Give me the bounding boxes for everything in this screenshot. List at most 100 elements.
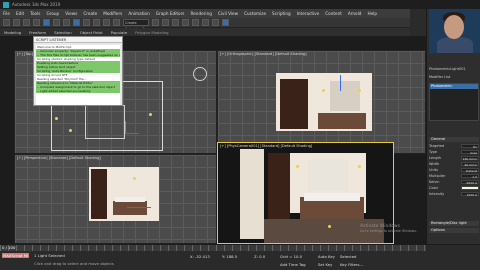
param-row[interactable]: Type Area <box>429 150 479 155</box>
ribbon-tab-selection[interactable]: Selection <box>50 30 76 35</box>
render-icon[interactable] <box>222 19 229 26</box>
add-time-tag[interactable]: Add Time Tag <box>280 262 305 267</box>
select-by-name-icon[interactable] <box>53 19 60 26</box>
window-title: Autodesk 3ds Max 2019 <box>12 2 61 7</box>
param-row[interactable]: Color <box>429 186 479 191</box>
menu-customize[interactable]: Customize <box>241 11 269 16</box>
light-marker[interactable] <box>328 225 331 228</box>
presenter-face <box>444 15 464 39</box>
auto-key-button[interactable]: Auto Key <box>318 254 335 259</box>
ribbon-tab-object-paint[interactable]: Object Paint <box>76 30 107 35</box>
light-marker[interactable] <box>55 117 58 120</box>
selected-dropdown[interactable]: Selected <box>340 254 356 259</box>
coord-y[interactable]: Y: 188.5 <box>222 254 237 259</box>
param-row[interactable]: Targeted On <box>429 144 479 149</box>
coord-x[interactable]: X: -52.413 <box>190 254 210 259</box>
param-row[interactable]: Width 60.0mm <box>429 162 479 167</box>
rollout-rectangle-light[interactable]: Rectangle/Disc light <box>429 221 479 226</box>
menu-views[interactable]: Views <box>62 11 80 16</box>
param-row[interactable]: Multiplier 1.0 <box>429 174 479 179</box>
light-marker[interactable] <box>358 89 361 92</box>
gizmo-z-axis[interactable] <box>340 75 341 91</box>
param-row[interactable]: Kelvin 6500.0 <box>429 180 479 185</box>
menu-scripting[interactable]: Scripting <box>269 11 294 16</box>
menu-file[interactable]: File <box>0 11 13 16</box>
menu-content[interactable]: Content <box>322 11 345 16</box>
param-row[interactable]: Units Default <box>429 168 479 173</box>
align-icon[interactable] <box>162 19 169 26</box>
modifier-stack[interactable]: Photometric <box>429 83 479 121</box>
ribbon-tab-populate[interactable]: Populate <box>107 30 132 35</box>
gizmo-x-axis[interactable] <box>127 207 151 208</box>
select-object-icon[interactable] <box>43 19 50 26</box>
prompt-hint: Click and drag to select and move object… <box>34 261 114 266</box>
redo-icon[interactable] <box>13 19 20 26</box>
gizmo-x-axis[interactable] <box>125 133 139 134</box>
menu-create[interactable]: Create <box>80 11 100 16</box>
timeline[interactable] <box>0 245 426 251</box>
menu-tools[interactable]: Tools <box>27 11 43 16</box>
link-icon[interactable] <box>23 19 30 26</box>
viewcube-icon[interactable] <box>193 67 207 81</box>
snap-icon[interactable] <box>103 19 110 26</box>
param-row[interactable]: Length 180.0mm <box>429 156 479 161</box>
light-marker[interactable] <box>149 113 152 116</box>
bed <box>318 113 366 129</box>
rollout-options[interactable]: Options <box>429 228 479 233</box>
menu-graph-editors[interactable]: Graph Editors <box>153 11 188 16</box>
script-listener-window[interactable]: SCRIPT LISTENER Welcome to MAXScript. --… <box>33 36 123 106</box>
scale-icon[interactable] <box>93 19 100 26</box>
title-bar: Autodesk 3ds Max 2019 <box>0 0 480 9</box>
undo-icon[interactable] <box>3 19 10 26</box>
viewport-front[interactable]: [+] [Orthographic] [Standard] [Default S… <box>217 50 426 154</box>
frame-counter[interactable]: 0 / 100 <box>2 245 15 250</box>
param-row[interactable]: Intensity 1500.0 <box>429 192 479 197</box>
menu-group[interactable]: Group <box>43 11 62 16</box>
object-name-field[interactable]: PhotometricLight001 <box>429 67 479 72</box>
modifier-list-dropdown[interactable]: Modifier List <box>429 75 479 80</box>
material-editor-icon[interactable] <box>192 19 199 26</box>
menu-interactive[interactable]: Interactive <box>294 11 323 16</box>
menu-arnold[interactable]: Arnold <box>345 11 365 16</box>
menu-animation[interactable]: Animation <box>125 11 152 16</box>
ribbon-tab-freeform[interactable]: Freeform <box>25 30 50 35</box>
render-setup-icon[interactable] <box>202 19 209 26</box>
rollout-general[interactable]: General <box>429 137 479 142</box>
light-marker[interactable] <box>358 165 361 168</box>
unlink-icon[interactable] <box>33 19 40 26</box>
menu-edit[interactable]: Edit <box>13 11 27 16</box>
light-marker[interactable] <box>133 177 136 180</box>
menu-rendering[interactable]: Rendering <box>188 11 215 16</box>
light-marker[interactable] <box>296 165 299 168</box>
script-listener-output[interactable]: Welcome to MAXScript. -- Unknown propert… <box>36 45 120 105</box>
rotate-icon[interactable] <box>83 19 90 26</box>
gizmo-y-axis[interactable] <box>125 121 126 133</box>
curve-editor-icon[interactable] <box>182 19 189 26</box>
mirror-icon[interactable] <box>152 19 159 26</box>
menu-help[interactable]: Help <box>364 11 380 16</box>
viewport-label[interactable]: [+] [PhysCamera001] [Standard] [Default … <box>220 144 312 148</box>
render-frame-icon[interactable] <box>212 19 219 26</box>
move-icon[interactable] <box>73 19 80 26</box>
script-listener-title[interactable]: SCRIPT LISTENER <box>34 37 122 43</box>
selection-set-dropdown[interactable]: Create Selection Se <box>123 19 149 31</box>
coord-z[interactable]: Z: 0.0 <box>254 254 265 259</box>
angle-snap-icon[interactable] <box>113 19 120 26</box>
light-marker[interactable] <box>322 89 325 92</box>
menu-modifiers[interactable]: Modifiers <box>100 11 125 16</box>
command-panel: PhotometricLight001 Modifier List Photom… <box>426 9 480 244</box>
set-key-button[interactable]: Set Key <box>318 262 332 267</box>
ribbon-tab-modeling[interactable]: Modeling <box>0 30 25 35</box>
light-marker[interactable] <box>69 129 72 132</box>
modifier-stack-item[interactable]: Photometric <box>430 84 478 89</box>
key-filters-button[interactable]: Key Filters... <box>340 262 363 267</box>
layer-icon[interactable] <box>172 19 179 26</box>
viewport-perspective[interactable]: [+] [Perspective] [Standard] [Default Sh… <box>14 154 217 244</box>
menu-civil-view[interactable]: Civil View <box>215 11 241 16</box>
script-mini-listener[interactable]: MAXScript Mi <box>2 253 30 258</box>
color-swatch[interactable] <box>461 186 479 190</box>
viewport-label[interactable]: [+] [Orthographic] [Standard] [Default S… <box>220 52 307 56</box>
viewport-label[interactable]: [+] [Perspective] [Standard] [Default Sh… <box>17 156 101 160</box>
script-line: -- Light added selected successfully <box>36 89 120 93</box>
select-region-icon[interactable] <box>63 19 70 26</box>
